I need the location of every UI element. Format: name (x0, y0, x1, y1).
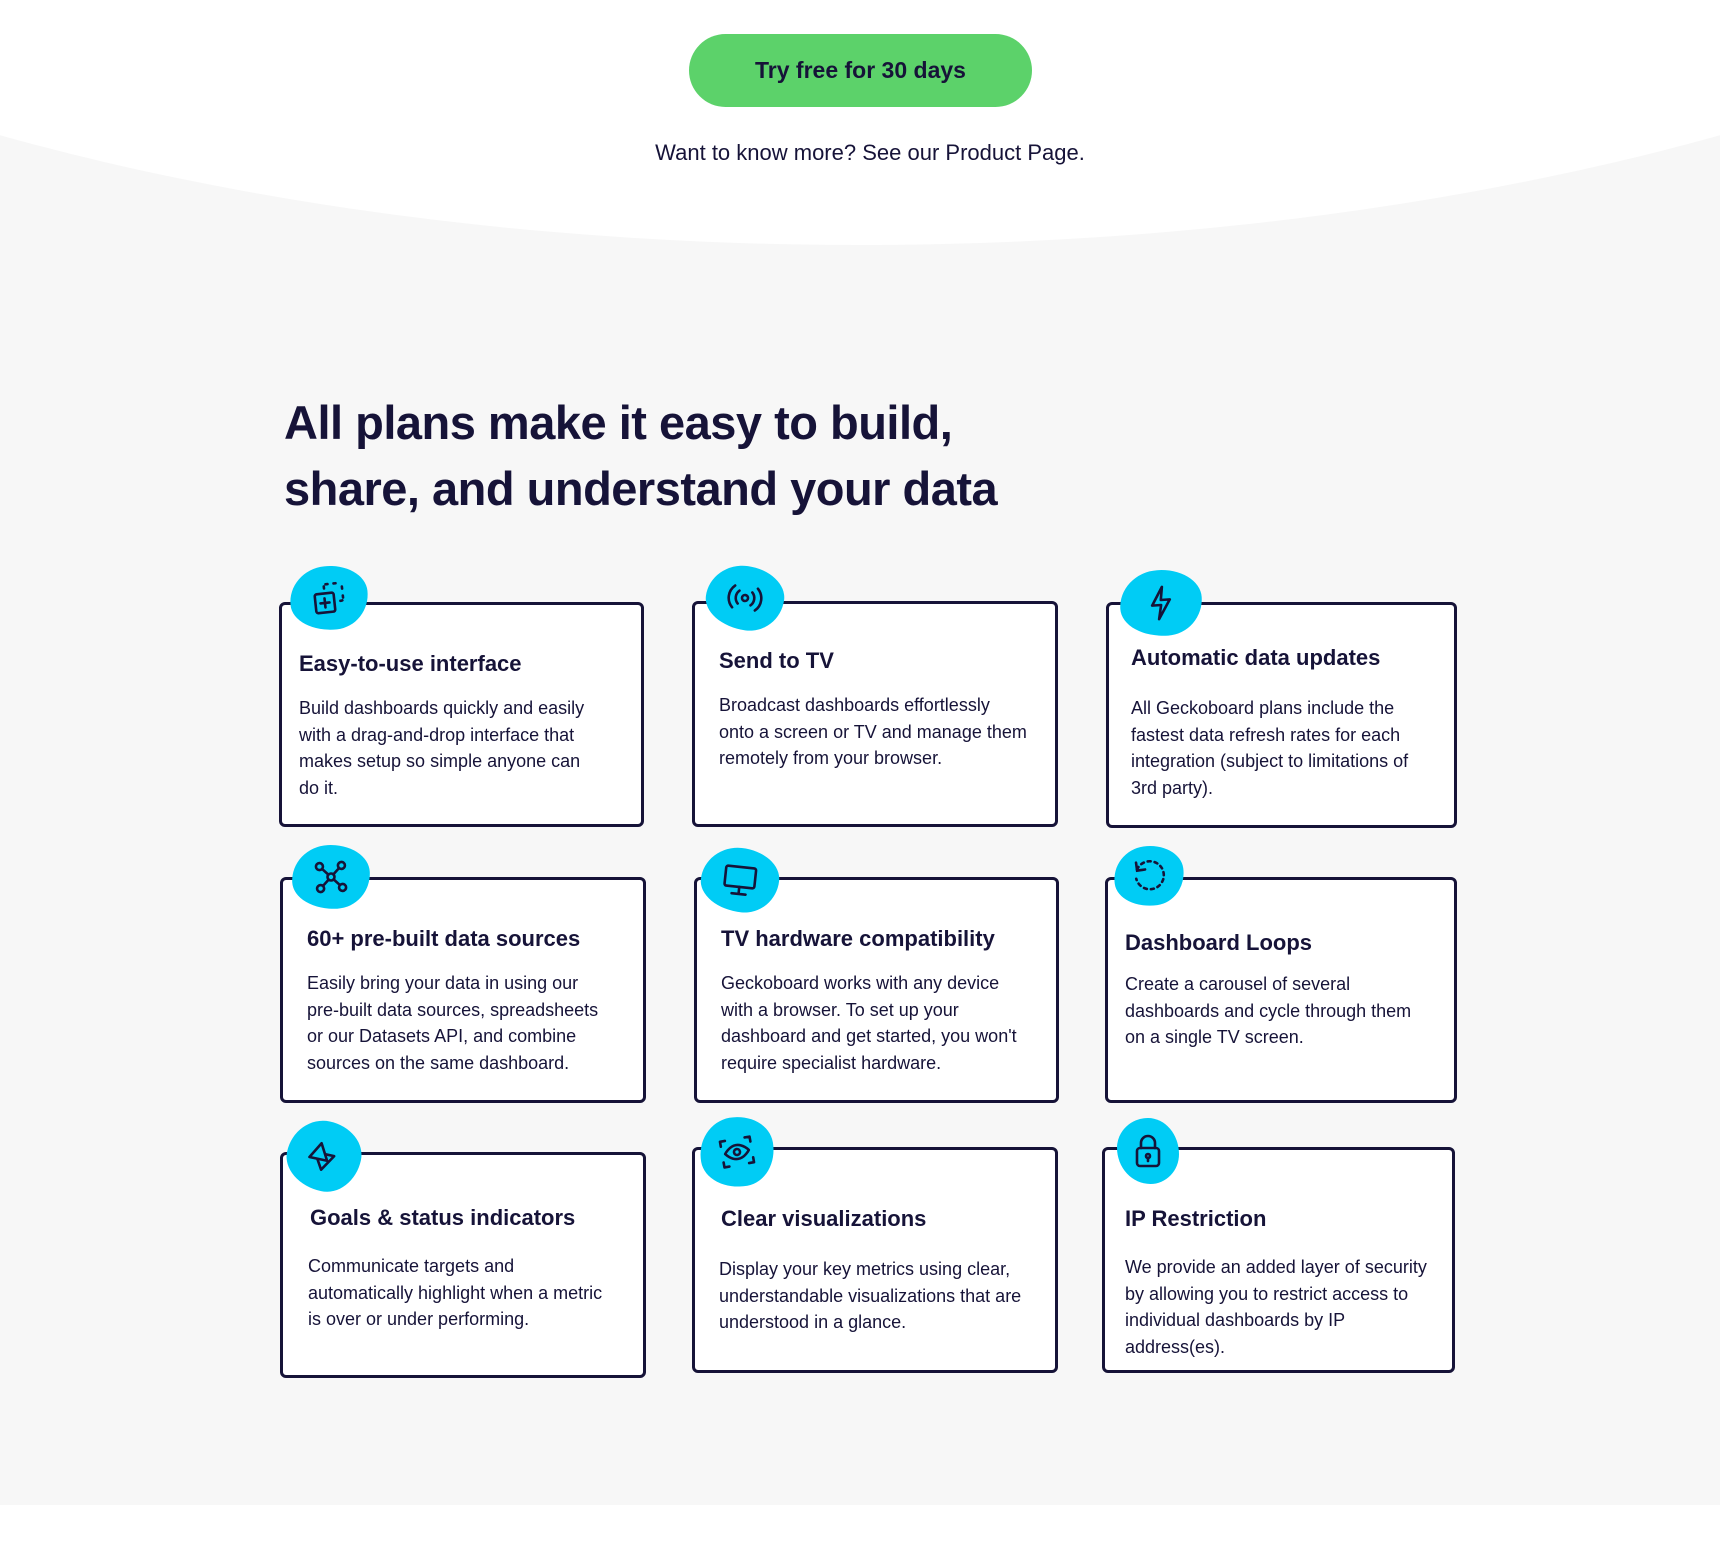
feature-card-data-sources: 60+ pre-built data sources Easily bring … (280, 877, 646, 1103)
feature-description: Easily bring your data in using our pre-b… (307, 973, 599, 1073)
feature-description: All Geckoboard plans include the fastest … (1131, 698, 1409, 798)
feature-title: IP Restriction (1125, 1206, 1267, 1231)
feature-description: Communicate targets and automatically hig… (308, 1256, 603, 1329)
page-section: Try free for 30 days Want to know more? … (0, 0, 1720, 1505)
feature-title: Send to TV (719, 648, 834, 673)
feature-title: Goals & status indicators (310, 1205, 576, 1230)
feature-title: 60+ pre-built data sources (307, 926, 581, 951)
section-title-line-2: share, and understand your data (284, 462, 998, 515)
feature-card-easy-interface: Easy-to-use interface Build dashboards q… (279, 602, 644, 827)
feature-title: TV hardware compatibility (721, 926, 995, 951)
feature-description: Broadcast dashboards effortlessly onto a … (719, 695, 1027, 768)
section-title: All plans make it easy to build, share, … (284, 390, 1184, 522)
product-page-link[interactable]: Product Page (945, 140, 1078, 165)
feature-description: Geckoboard works with any device with a b… (721, 973, 1017, 1073)
feature-title: Easy-to-use interface (299, 651, 522, 676)
feature-title: Dashboard Loops (1125, 930, 1313, 955)
feature-description: We provide an added layer of security by … (1125, 1257, 1427, 1357)
feature-card-automatic-updates: Automatic data updates All Geckoboard pl… (1106, 602, 1457, 828)
feature-title: Automatic data updates (1131, 645, 1381, 670)
feature-card-dashboard-loops: Dashboard Loops Create a carousel of sev… (1105, 877, 1457, 1103)
more-prefix: Want to know more? See our (655, 140, 946, 165)
section-title-line-1: All plans make it easy to build, (284, 396, 953, 449)
feature-description: Display your key metrics using clear, und… (719, 1259, 1022, 1332)
feature-description: Create a carousel of several dashboards a… (1125, 974, 1412, 1047)
feature-card-send-to-tv: Send to TV Broadcast dashboards effortle… (692, 601, 1058, 827)
feature-title: Clear visualizations (721, 1206, 927, 1231)
product-page-prompt: Want to know more? See our Product Page. (0, 140, 1720, 166)
try-free-button[interactable]: Try free for 30 days (689, 34, 1032, 107)
feature-description: Build dashboards quickly and easily with … (299, 698, 585, 798)
more-suffix: . (1078, 140, 1085, 165)
